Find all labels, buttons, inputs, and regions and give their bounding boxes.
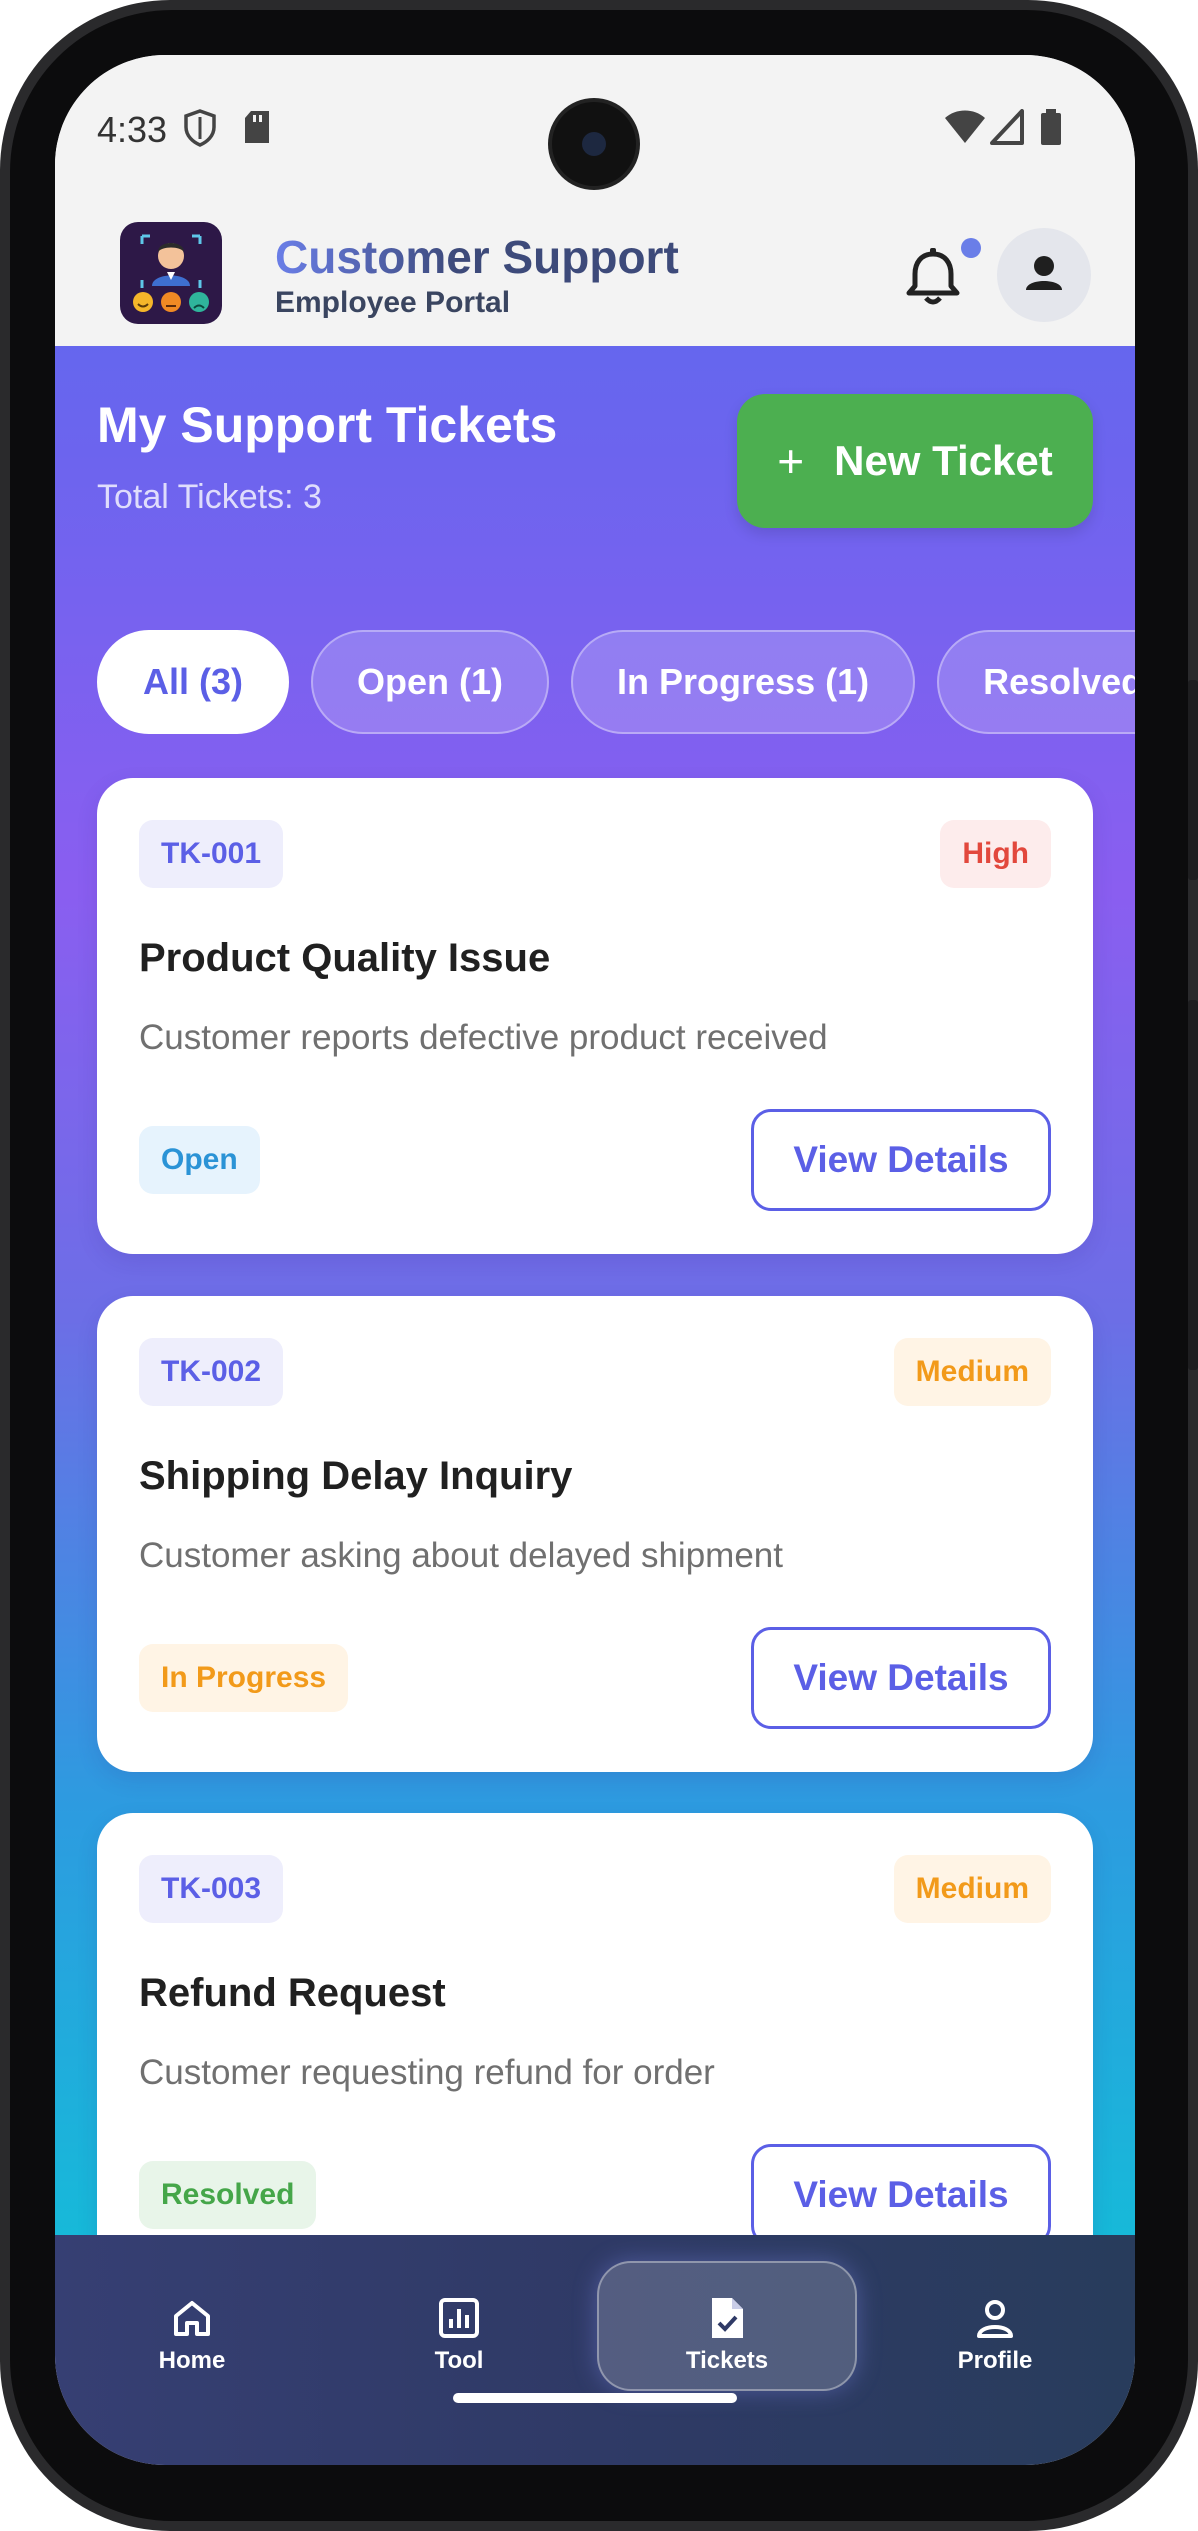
total-tickets: Total Tickets: 3 xyxy=(97,478,322,516)
status-time: 4:33 xyxy=(97,109,168,150)
profile-avatar-button[interactable] xyxy=(997,228,1091,322)
sd-card-icon xyxy=(245,111,269,143)
volume-button xyxy=(1188,680,1198,880)
bottom-navigation: Home Tool Tickets Profile xyxy=(55,2235,1135,2465)
ticket-description: Customer asking about delayed shipment xyxy=(139,1536,783,1575)
phone-frame: 4:33 Customer Support Employee Portal My… xyxy=(0,0,1198,2531)
filter-all[interactable]: All (3) xyxy=(97,630,290,734)
ticket-card[interactable]: TK-002 Medium Shipping Delay Inquiry Cus… xyxy=(97,1296,1093,1772)
new-ticket-label: New Ticket xyxy=(834,437,1053,484)
ticket-description: Customer requesting refund for order xyxy=(139,2053,715,2092)
priority-badge: Medium xyxy=(893,1338,1051,1406)
ticket-id: TK-001 xyxy=(139,820,284,888)
nav-profile-label: Profile xyxy=(957,2347,1033,2374)
status-badge: In Progress xyxy=(139,1644,349,1712)
battery-icon xyxy=(1041,109,1061,145)
nav-home-label: Home xyxy=(158,2347,226,2374)
ticket-card[interactable]: TK-003 Medium Refund Request Customer re… xyxy=(97,1813,1093,2289)
home-icon xyxy=(174,2301,210,2336)
plus-icon: + xyxy=(777,435,805,487)
status-bar: 4:33 xyxy=(55,55,1135,200)
bell-icon[interactable] xyxy=(898,242,968,312)
view-details-button[interactable]: View Details xyxy=(751,1627,1051,1729)
wifi-icon xyxy=(945,110,985,143)
status-badge: Resolved xyxy=(139,2161,317,2229)
priority-badge: Medium xyxy=(893,1855,1051,1923)
filter-chips: All (3) Open (1) In Progress (1) Resolve… xyxy=(97,630,1135,734)
ticket-title: Product Quality Issue xyxy=(139,936,551,980)
filter-resolved[interactable]: Resolved (1) xyxy=(937,630,1135,734)
status-badge: Open xyxy=(139,1126,260,1194)
priority-badge: High xyxy=(940,820,1051,888)
person-icon xyxy=(977,2300,1013,2338)
nav-tool[interactable]: Tool xyxy=(359,2295,559,2375)
notification-dot xyxy=(961,238,981,258)
filter-in-progress[interactable]: In Progress (1) xyxy=(571,630,916,734)
nav-home[interactable]: Home xyxy=(92,2295,292,2375)
ticket-card[interactable]: TK-001 High Product Quality Issue Custom… xyxy=(97,778,1093,1254)
tickets-content: My Support Tickets Total Tickets: 3 + Ne… xyxy=(55,346,1135,2291)
page-title: My Support Tickets xyxy=(97,397,558,453)
shield-icon xyxy=(184,109,216,147)
ticket-description: Customer reports defective product recei… xyxy=(139,1018,828,1057)
filter-open[interactable]: Open (1) xyxy=(311,630,550,734)
chart-icon xyxy=(439,2298,479,2338)
person-icon xyxy=(1026,256,1062,290)
screen: 4:33 Customer Support Employee Portal My… xyxy=(55,55,1135,2465)
home-indicator[interactable] xyxy=(453,2393,737,2403)
app-logo xyxy=(120,222,222,324)
nav-tickets[interactable]: Tickets xyxy=(627,2295,827,2375)
ticket-title: Refund Request xyxy=(139,1971,446,2015)
ticket-title: Shipping Delay Inquiry xyxy=(139,1454,573,1498)
ticket-id: TK-002 xyxy=(139,1338,284,1406)
app-title: Customer Support xyxy=(275,231,679,283)
view-details-button[interactable]: View Details xyxy=(751,1109,1051,1211)
view-details-button[interactable]: View Details xyxy=(751,2144,1051,2246)
nav-profile[interactable]: Profile xyxy=(895,2295,1095,2375)
nav-tool-label: Tool xyxy=(434,2347,484,2374)
front-camera xyxy=(552,102,636,186)
signal-icon xyxy=(990,109,1024,145)
power-button xyxy=(1188,1000,1198,1370)
ticket-id: TK-003 xyxy=(139,1855,284,1923)
ticket-check-icon xyxy=(712,2298,743,2338)
app-subtitle: Employee Portal xyxy=(275,286,511,319)
new-ticket-button[interactable]: + New Ticket xyxy=(737,394,1093,528)
nav-tickets-label: Tickets xyxy=(685,2347,769,2374)
